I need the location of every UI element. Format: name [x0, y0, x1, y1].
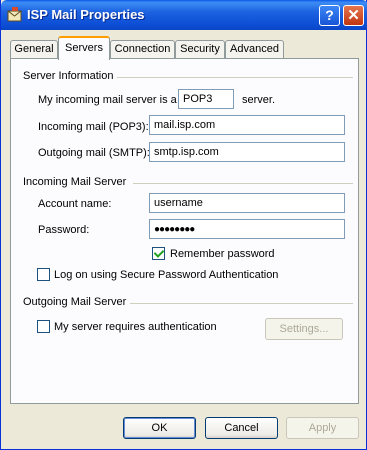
spa-label[interactable]: Log on using Secure Password Authenticat… — [54, 269, 278, 281]
tab-advanced[interactable]: Advanced — [225, 40, 284, 58]
incoming-type-label: My incoming mail server is a — [38, 94, 177, 106]
outgoing-mail-server-group-label: Outgoing Mail Server — [23, 296, 127, 308]
spa-checkbox[interactable] — [37, 268, 50, 281]
incoming-type-suffix: server. — [242, 94, 276, 106]
settings-button[interactable]: Settings... — [265, 318, 343, 340]
properties-window: ISP Mail Properties ? ✕ General Servers … — [0, 0, 367, 450]
requires-auth-label[interactable]: My server requires authentication — [54, 321, 217, 333]
help-button[interactable]: ? — [319, 5, 340, 26]
mail-account-icon — [7, 7, 22, 22]
title-bar[interactable]: ISP Mail Properties ? ✕ — [1, 0, 367, 30]
ok-button[interactable]: OK — [123, 417, 196, 439]
incoming-server-type-field: POP3 — [178, 89, 234, 109]
tab-connection[interactable]: Connection — [110, 40, 175, 58]
group-divider — [130, 303, 353, 304]
tab-security[interactable]: Security — [175, 40, 225, 58]
password-label: Password: — [38, 224, 90, 236]
server-information-group-label: Server Information — [23, 70, 114, 82]
outgoing-mail-label: Outgoing mail (SMTP): — [38, 147, 150, 159]
apply-button[interactable]: Apply — [286, 417, 359, 439]
group-divider — [133, 183, 353, 184]
tab-general[interactable]: General — [10, 40, 58, 58]
incoming-mail-server-group-label: Incoming Mail Server — [23, 176, 127, 188]
remember-password-label[interactable]: Remember password — [170, 248, 275, 260]
requires-auth-checkbox[interactable] — [37, 320, 50, 333]
group-divider — [117, 77, 353, 78]
close-button[interactable]: ✕ — [343, 5, 364, 26]
outgoing-mail-input[interactable]: smtp.isp.com — [149, 142, 345, 162]
tab-servers[interactable]: Servers — [58, 36, 110, 60]
window-title: ISP Mail Properties — [27, 7, 145, 22]
account-name-label: Account name: — [38, 198, 112, 210]
incoming-mail-label: Incoming mail (POP3): — [38, 121, 149, 133]
password-input[interactable]: ●●●●●●●● — [149, 219, 345, 239]
servers-tab-panel: Server Information My incoming mail serv… — [10, 58, 359, 404]
account-name-input[interactable]: username — [149, 193, 345, 213]
cancel-button[interactable]: Cancel — [205, 417, 278, 439]
remember-password-checkbox[interactable] — [152, 247, 165, 260]
incoming-mail-input[interactable]: mail.isp.com — [149, 115, 345, 135]
